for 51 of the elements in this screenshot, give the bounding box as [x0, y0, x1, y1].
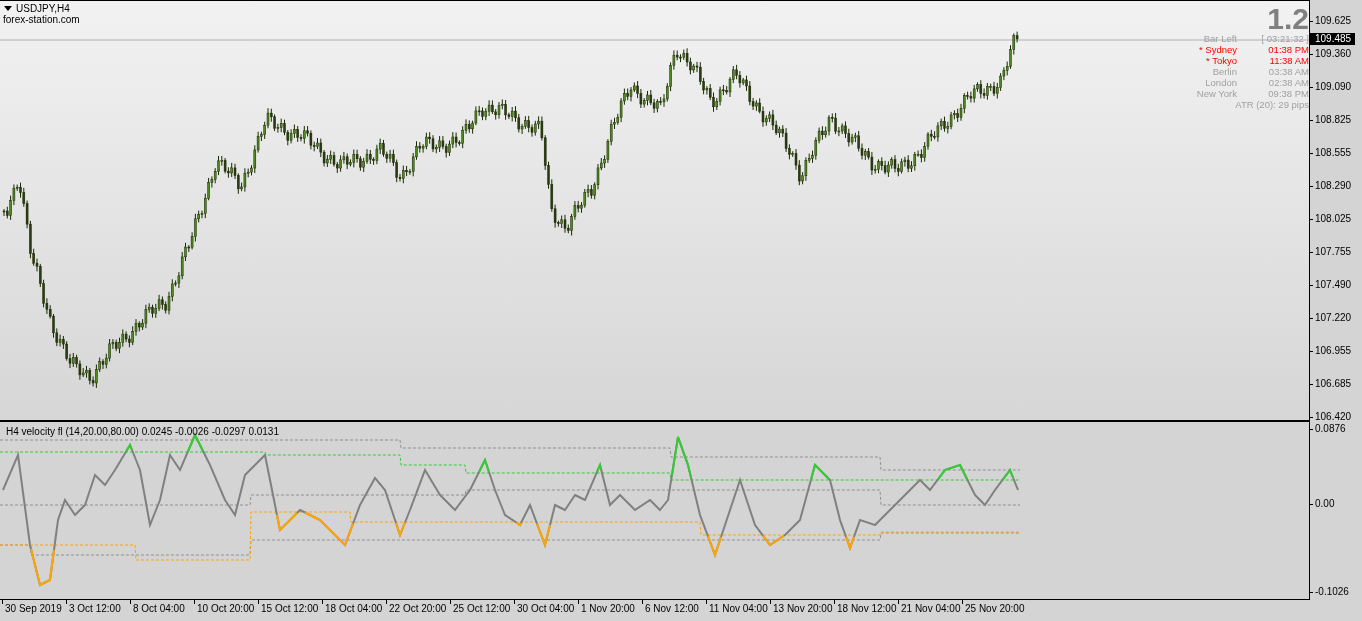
big-number: 1.2	[1267, 1, 1309, 35]
time-axis-label: 11 Nov 04:00	[706, 603, 768, 615]
price-axis-label: 109.090	[1310, 81, 1352, 93]
time-axis-label: 3 Oct 12:00	[66, 603, 121, 615]
indicator-axis-label: -0.1026	[1310, 586, 1349, 598]
info-label: Bar Left	[1202, 33, 1237, 44]
price-axis-label: 106.955	[1310, 345, 1352, 357]
time-axis-label: 25 Nov 20:00	[962, 603, 1025, 615]
info-value: 09:38 PM	[1267, 88, 1309, 99]
info-value: 01:38 PM	[1267, 44, 1309, 55]
info-label: London	[1204, 77, 1237, 88]
info-label: New York	[1196, 88, 1237, 99]
price-axis-label: 107.490	[1310, 279, 1352, 291]
time-axis-label: 15 Oct 12:00	[258, 603, 319, 615]
price-axis-label: 106.685	[1310, 378, 1352, 390]
indicator-label: H4 velocity fl (14,20.00,80.00) 0.0245 -0.0026 -0.0297 0.0131	[6, 426, 279, 437]
time-axis-label: 21 Nov 04:00	[898, 603, 961, 615]
info-value: 02:38 AM	[1267, 77, 1309, 88]
info-value: [ 03:21:32 ]	[1260, 33, 1309, 44]
info-value: 11:38 AM	[1268, 55, 1309, 66]
time-axis-label: 13 Nov 20:00	[770, 603, 833, 615]
time-axis-label: 8 Oct 04:00	[130, 603, 185, 615]
info-label: * Tokyo	[1205, 55, 1237, 66]
price-axis-label: 109.625	[1310, 15, 1352, 27]
time-axis-label: 25 Oct 12:00	[450, 603, 511, 615]
indicator-axis-label: 0.0876	[1310, 423, 1346, 435]
price-axis-label: 108.825	[1310, 114, 1352, 126]
time-axis-label: 18 Nov 12:00	[834, 603, 897, 615]
price-axis-label: 107.755	[1310, 246, 1352, 258]
indicator-axis-label: 0.00	[1310, 498, 1335, 510]
time-axis-label: 22 Oct 20:00	[386, 603, 447, 615]
info-label: * Sydney	[1197, 44, 1237, 55]
time-axis-label: 30 Sep 2019	[2, 603, 62, 615]
price-axis-label: 108.555	[1310, 147, 1352, 159]
price-axis-label: 108.025	[1310, 213, 1352, 225]
time-axis-label: 18 Oct 04:00	[322, 603, 383, 615]
price-axis-label: 108.290	[1310, 180, 1352, 192]
time-axis-label: 30 Oct 04:00	[514, 603, 575, 615]
site-label: forex-station.com	[3, 14, 80, 25]
price-axis-label: 106.420	[1310, 411, 1352, 423]
price-axis-label: 107.220	[1310, 312, 1352, 324]
price-axis-label: 109.360	[1310, 48, 1352, 60]
info-value: 03:38 AM	[1267, 66, 1309, 77]
dropdown-arrow-icon[interactable]	[4, 6, 12, 11]
time-axis-label: 10 Oct 20:00	[194, 603, 255, 615]
chart-title: USDJPY,H4	[16, 3, 70, 14]
time-axis-label: 1 Nov 20:00	[578, 603, 635, 615]
atr-label: ATR (20): 29 pips	[1234, 99, 1309, 110]
time-axis-label: 6 Nov 12:00	[642, 603, 699, 615]
info-label: Berlin	[1211, 66, 1237, 77]
price-tag: 109.485	[1310, 33, 1356, 45]
